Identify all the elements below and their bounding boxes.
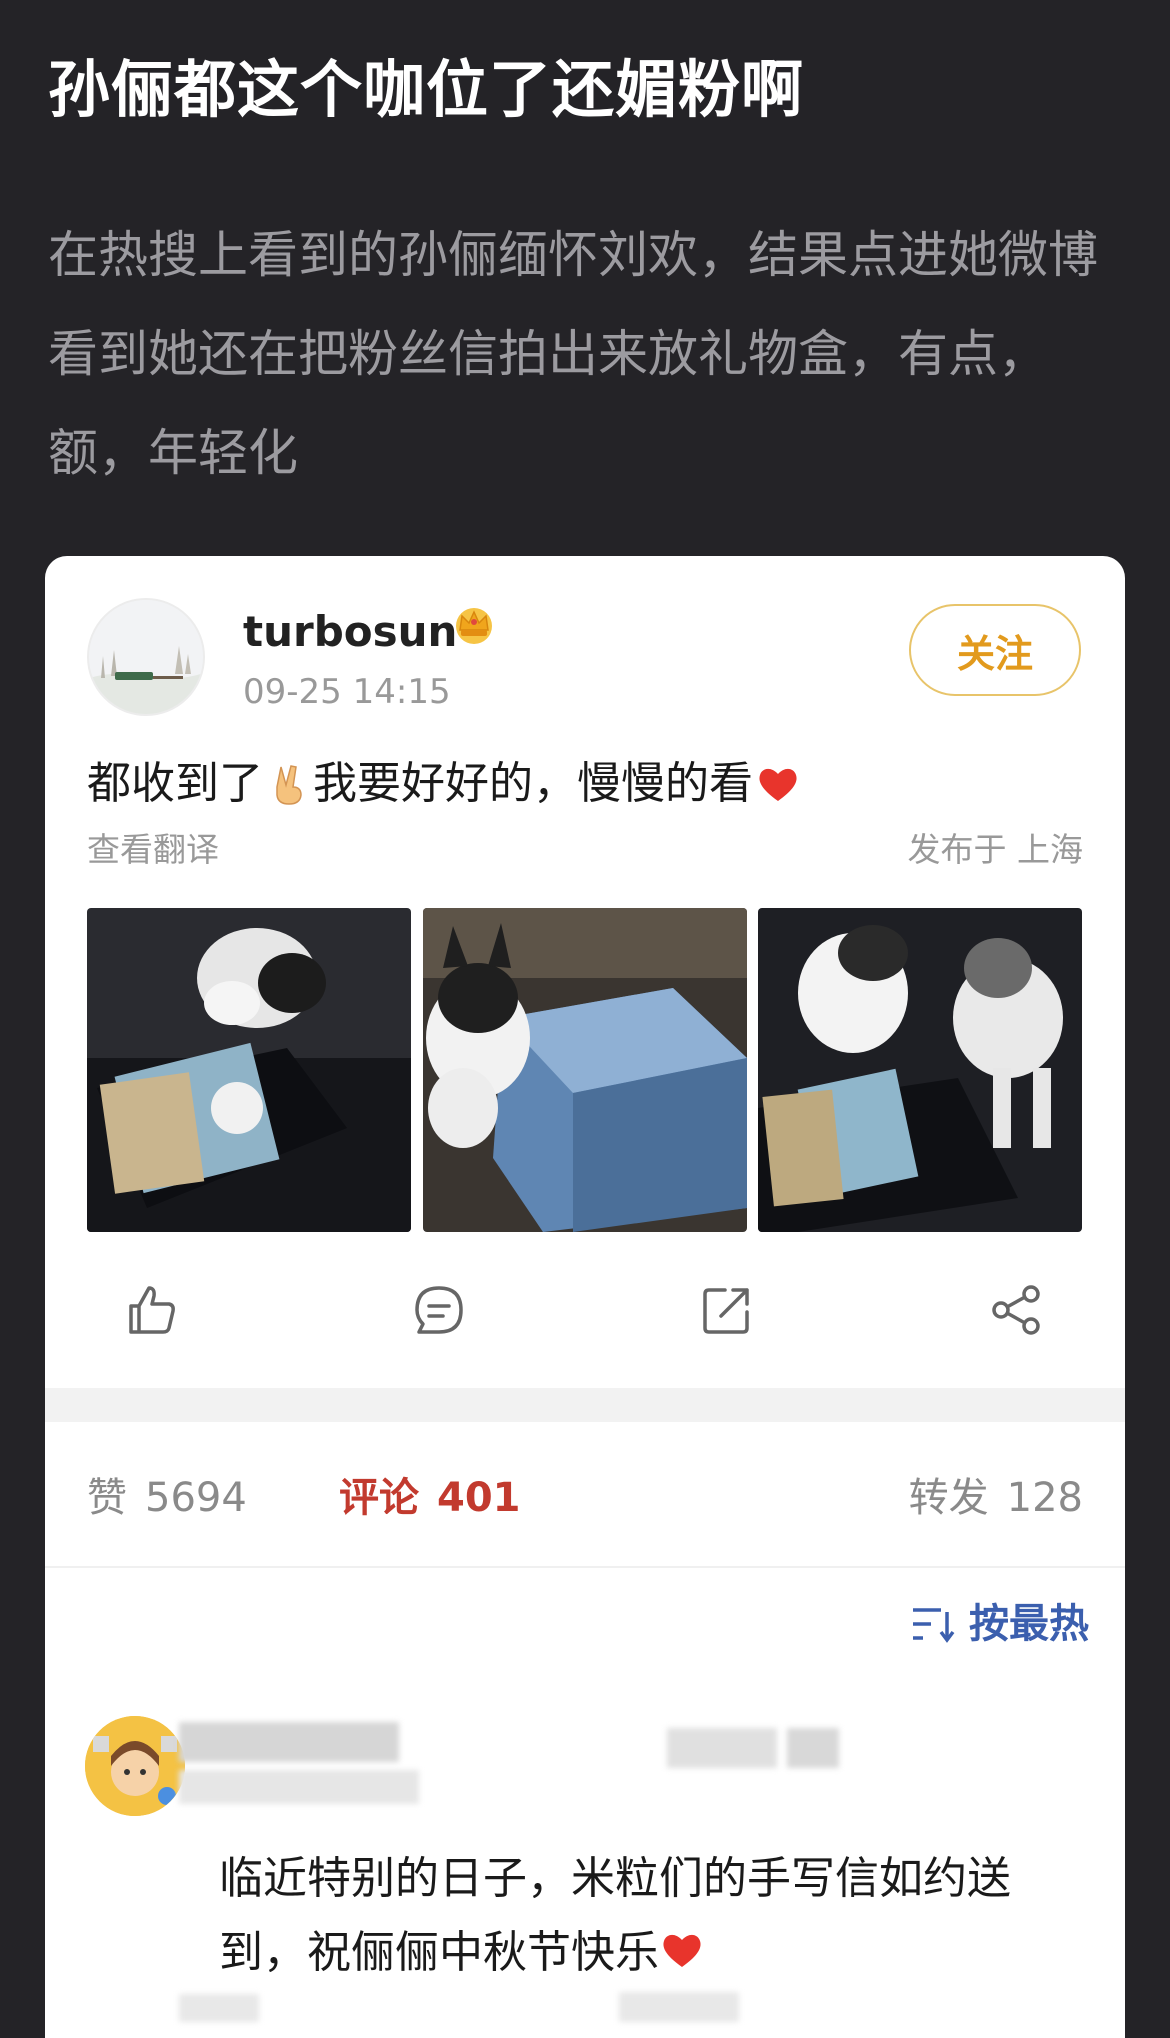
comment-count: 401 bbox=[437, 1475, 521, 1521]
commenter-meta-redacted bbox=[179, 1770, 419, 1804]
like-stat[interactable]: 赞 5694 bbox=[87, 1470, 247, 1526]
section-divider bbox=[45, 1388, 1125, 1422]
weibo-card: turbosun 09-25 14:15 关注 都收到了 我要好好的，慢慢的看 … bbox=[45, 556, 1125, 2038]
cartoon-avatar-image bbox=[85, 1716, 185, 1816]
post-title: 孙俪都这个咖位了还媚粉啊 bbox=[48, 53, 805, 126]
repost-count: 128 bbox=[1006, 1475, 1083, 1521]
comment-stat-tab[interactable]: 评论 401 bbox=[339, 1470, 521, 1526]
screenshot-page: 孙俪都这个咖位了还媚粉啊 在热搜上看到的孙俪缅怀刘欢，结果点进她微博看到她还在把… bbox=[0, 0, 1170, 2038]
post-photo-2[interactable] bbox=[423, 908, 747, 1232]
like-count: 5694 bbox=[145, 1475, 247, 1521]
share-icon[interactable] bbox=[987, 1280, 1047, 1340]
snow-landscape-image bbox=[89, 600, 203, 714]
weibo-text-part2: 我要好好的，慢慢的看 bbox=[313, 758, 753, 809]
comment-body: 临近特别的日子，米粒们的手写信如约送到，祝俪俪中秋节快乐 bbox=[219, 1853, 1011, 1978]
user-avatar[interactable] bbox=[87, 598, 205, 716]
weibo-text: 都收到了 我要好好的，慢慢的看 bbox=[87, 752, 803, 816]
weibo-text-part1: 都收到了 bbox=[87, 758, 263, 809]
like-icon[interactable] bbox=[121, 1280, 181, 1340]
crown-icon bbox=[456, 608, 492, 644]
commenter-name-redacted bbox=[179, 1722, 399, 1762]
post-time: 09-25 14:15 bbox=[243, 672, 451, 712]
comment-icon[interactable] bbox=[409, 1280, 469, 1340]
comment-like-redacted[interactable] bbox=[787, 1728, 839, 1768]
post-photo-1[interactable] bbox=[87, 908, 411, 1232]
post-location: 发布于 上海 bbox=[907, 830, 1084, 869]
commenter-avatar[interactable] bbox=[85, 1716, 185, 1816]
like-label: 赞 bbox=[87, 1475, 127, 1521]
comment-label: 评论 bbox=[339, 1475, 419, 1521]
follow-button[interactable]: 关注 bbox=[909, 604, 1081, 696]
translate-link[interactable]: 查看翻译 bbox=[87, 828, 219, 872]
cat-and-gift-box-photo bbox=[423, 908, 747, 1232]
username[interactable]: turbosun bbox=[243, 604, 457, 660]
repost-label: 转发 bbox=[908, 1475, 989, 1521]
comment-footer-redacted bbox=[179, 1994, 259, 2022]
red-heart-icon bbox=[663, 1934, 701, 1967]
comment-text: 临近特别的日子，米粒们的手写信如约送到，祝俪俪中秋节快乐 bbox=[219, 1842, 1089, 1990]
repost-icon[interactable] bbox=[697, 1280, 757, 1340]
repost-stat[interactable]: 转发 128 bbox=[909, 1470, 1083, 1526]
comment-reply-redacted bbox=[619, 1992, 739, 2022]
post-photo-3[interactable] bbox=[758, 908, 1082, 1232]
sort-label: 按最热 bbox=[969, 1601, 1089, 1647]
two-cats-with-box-photo bbox=[758, 908, 1082, 1232]
cat-with-letters-photo bbox=[87, 908, 411, 1232]
red-heart-icon bbox=[759, 768, 797, 801]
post-description: 在热搜上看到的孙俪缅怀刘欢，结果点进她微博看到她还在把粉丝信拍出来放礼物盒，有点… bbox=[48, 226, 1098, 482]
sort-icon bbox=[913, 1608, 955, 1643]
sort-button[interactable]: 按最热 bbox=[911, 1596, 1089, 1652]
victory-hand-icon bbox=[276, 765, 302, 805]
comment-time-redacted bbox=[667, 1728, 777, 1768]
stats-divider bbox=[45, 1566, 1125, 1568]
